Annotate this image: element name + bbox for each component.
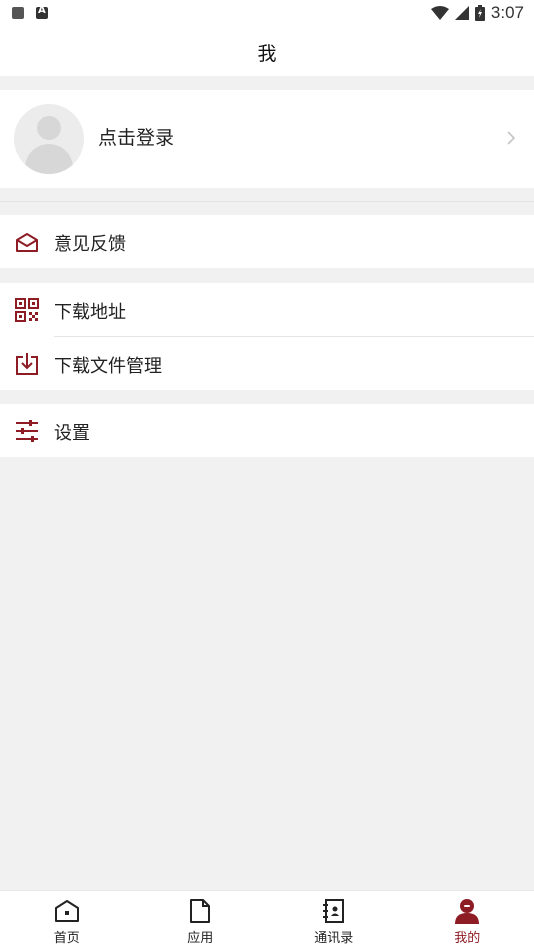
wifi-icon: [431, 6, 449, 20]
menu-item-download-files-label: 下载文件管理: [54, 352, 162, 378]
header: 我: [0, 28, 534, 76]
chevron-right-icon: [506, 130, 516, 146]
mail-icon: [14, 229, 40, 255]
document-icon: [189, 897, 211, 925]
a-badge-icon: [36, 7, 48, 19]
menu-item-settings[interactable]: 设置: [0, 404, 534, 457]
download-box-icon: [14, 351, 40, 377]
tab-home[interactable]: 首页: [0, 891, 134, 951]
menu-item-download-address-label: 下载地址: [54, 298, 126, 324]
menu-item-feedback-label: 意见反馈: [54, 230, 126, 256]
avatar-head: [37, 116, 61, 140]
login-link[interactable]: 点击登录: [98, 123, 174, 150]
tab-contacts[interactable]: 通讯录: [267, 891, 401, 951]
menu-group-feedback: 意见反馈: [0, 215, 534, 268]
status-bar: 3:07: [0, 0, 534, 28]
home-icon: [54, 897, 80, 925]
menu-group-download: 下载地址 下载文件管理: [0, 283, 534, 390]
avatar[interactable]: [14, 104, 84, 174]
status-right-icons: 3:07: [431, 3, 524, 23]
signal-icon: [455, 6, 469, 20]
divider: [0, 201, 534, 202]
status-time: 3:07: [491, 3, 524, 23]
bottom-tab-bar: 首页 应用 通讯录: [0, 890, 534, 951]
profile-card[interactable]: 点击登录: [0, 90, 534, 188]
tab-apps[interactable]: 应用: [134, 891, 268, 951]
menu-item-download-address[interactable]: 下载地址: [0, 283, 534, 336]
contacts-icon: [323, 897, 345, 925]
tab-home-label: 首页: [54, 927, 80, 946]
tab-mine-label: 我的: [454, 927, 480, 946]
notification-icon: [12, 7, 24, 19]
status-left-icons: [12, 7, 48, 19]
menu-item-feedback[interactable]: 意见反馈: [0, 215, 534, 268]
menu-item-settings-label: 设置: [54, 419, 90, 445]
page-title: 我: [257, 39, 276, 66]
menu-item-download-files[interactable]: 下载文件管理: [0, 337, 534, 390]
tab-contacts-label: 通讯录: [314, 927, 353, 946]
tab-mine[interactable]: 我的: [401, 891, 534, 951]
battery-icon: [475, 5, 485, 21]
qr-code-icon: [14, 297, 40, 323]
menu-group-settings: 设置: [0, 404, 534, 457]
tab-apps-label: 应用: [187, 927, 213, 946]
profile-icon: [454, 897, 480, 925]
avatar-body: [25, 144, 73, 174]
sliders-icon: [14, 418, 40, 444]
